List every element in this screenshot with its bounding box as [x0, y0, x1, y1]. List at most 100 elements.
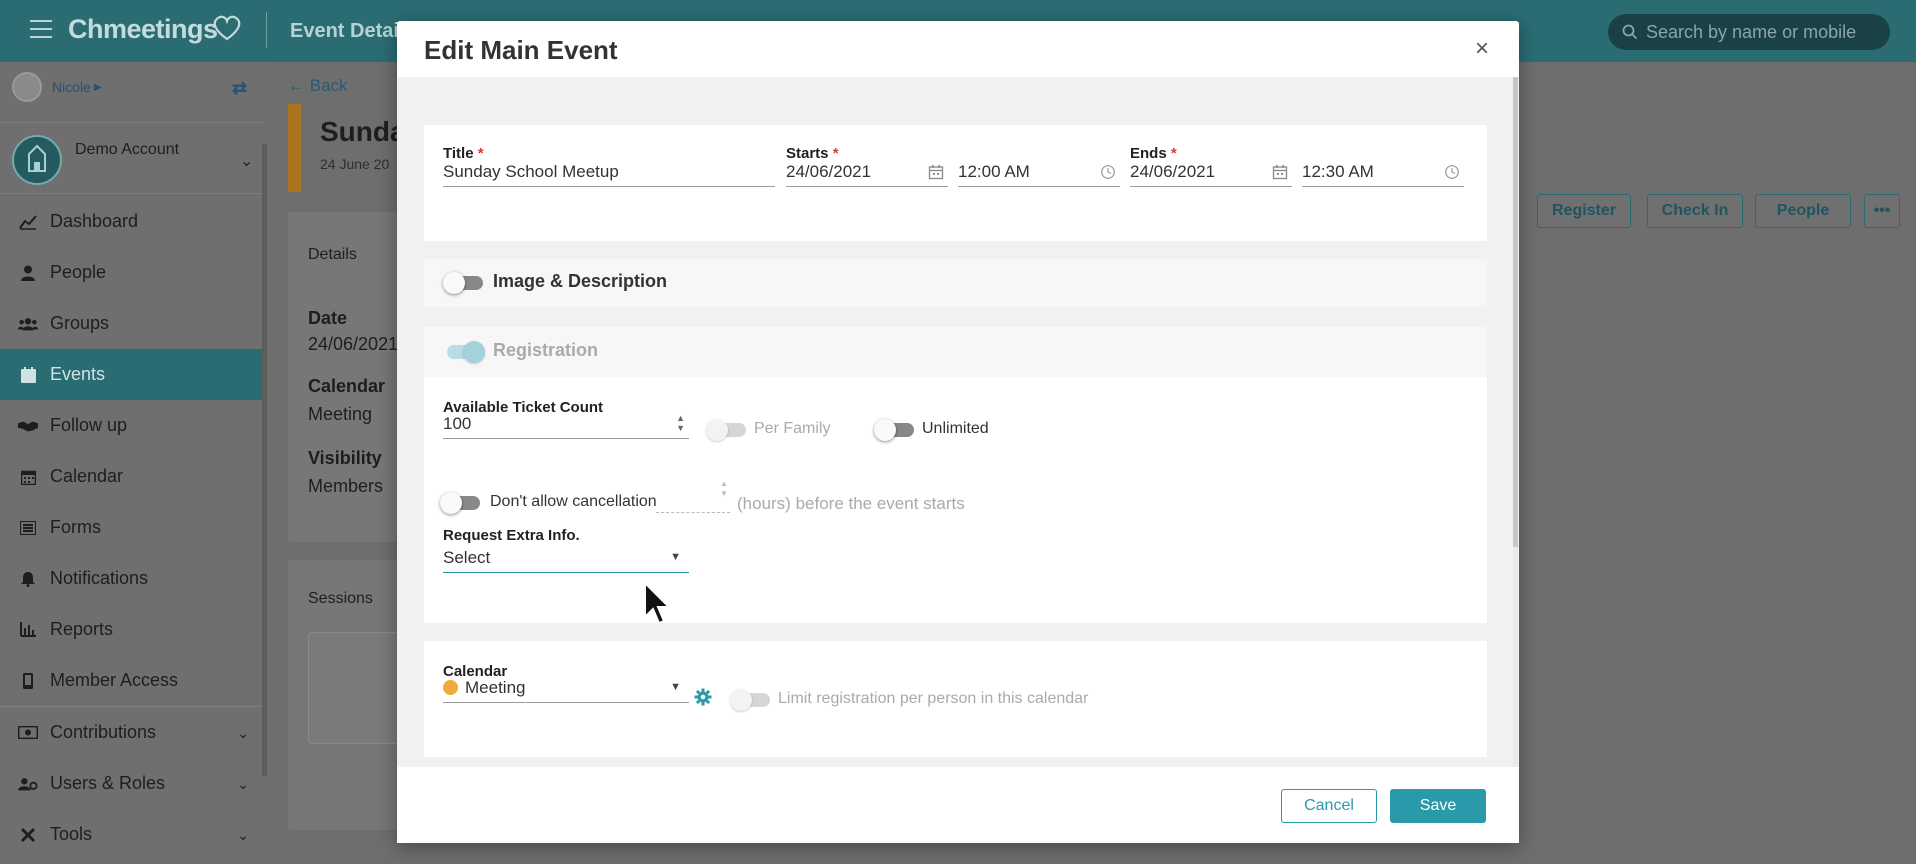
title-input[interactable]: Sunday School Meetup — [443, 157, 775, 187]
per-family-toggle[interactable] — [706, 419, 748, 441]
logo-heart-icon — [213, 15, 241, 41]
date-value: 24/06/2021 — [308, 334, 399, 354]
search-input[interactable]: Search by name or mobile — [1608, 14, 1890, 50]
check-in-button[interactable]: Check In — [1647, 194, 1743, 228]
cancellation-hours-input[interactable]: ▲ ▼ — [656, 477, 730, 513]
chevron-down-icon: ⌄ — [237, 827, 249, 843]
sidebar: Nicole ▶ ⇄ Demo Account ⌄ Dashboard Peop… — [0, 62, 267, 864]
sidebar-nav: Dashboard People Groups Events Follow up… — [0, 196, 265, 860]
sidebar-item-calendar[interactable]: Calendar — [0, 451, 265, 502]
sidebar-scrollbar[interactable] — [262, 144, 267, 776]
modal-scrollbar[interactable] — [1513, 77, 1518, 767]
extra-info-value: Select — [443, 547, 491, 567]
sidebar-item-label: Events — [50, 364, 106, 384]
extra-info-select[interactable]: Select ▼ — [443, 543, 689, 573]
modal-body: Title * Sunday School Meetup Starts * 24… — [397, 77, 1519, 767]
stepper-icon[interactable]: ▲ ▼ — [720, 479, 728, 499]
calendar-panel: Calendar Meeting ▼ Limit registration pe… — [424, 641, 1487, 757]
hours-before-text: (hours) before the event starts — [737, 494, 965, 513]
ticket-count-input[interactable]: 100 ▲ ▼ — [443, 409, 689, 439]
registration-toggle[interactable] — [443, 341, 485, 363]
user-name: Nicole — [52, 79, 91, 95]
start-time-input[interactable]: 12:00 AM — [958, 157, 1120, 187]
sidebar-item-label: Follow up — [50, 415, 128, 435]
sidebar-item-groups[interactable]: Groups — [0, 298, 265, 349]
extra-info-label: Request Extra Info. — [443, 527, 580, 544]
handshake-icon — [18, 416, 38, 436]
modal-title: Edit Main Event — [424, 35, 618, 65]
users-cog-icon — [18, 774, 38, 794]
user-menu[interactable]: Nicole ▶ — [12, 72, 102, 102]
sidebar-item-tools[interactable]: Tools ⌄ — [0, 809, 265, 860]
sidebar-item-label: Groups — [50, 313, 110, 333]
arrow-left-icon: ← — [288, 76, 310, 95]
back-link[interactable]: ← Back — [288, 76, 348, 96]
image-description-toggle[interactable] — [443, 272, 485, 294]
sidebar-item-label: Notifications — [50, 568, 149, 588]
start-time-value: 12:00 AM — [958, 161, 1030, 181]
back-label: Back — [309, 76, 348, 95]
sidebar-item-contributions[interactable]: Contributions ⌄ — [0, 707, 265, 758]
register-button[interactable]: Register — [1537, 194, 1631, 228]
sidebar-item-users-roles[interactable]: Users & Roles ⌄ — [0, 758, 265, 809]
account-switcher[interactable]: Demo Account ⌄ — [0, 122, 265, 194]
edit-event-modal: Edit Main Event × Title * Sunday School … — [397, 21, 1519, 843]
mobile-icon — [18, 671, 38, 691]
limit-registration-label: Limit registration per person in this ca… — [778, 690, 1089, 707]
calendar-icon[interactable] — [1272, 164, 1288, 180]
sidebar-item-notifications[interactable]: Notifications — [0, 553, 265, 604]
limit-registration-toggle[interactable] — [730, 689, 772, 711]
menu-icon[interactable] — [30, 20, 52, 38]
sidebar-item-people[interactable]: People — [0, 247, 265, 298]
sidebar-item-dashboard[interactable]: Dashboard — [0, 196, 265, 247]
event-basics-panel: Title * Sunday School Meetup Starts * 24… — [424, 125, 1487, 241]
end-time-input[interactable]: 12:30 AM — [1302, 157, 1464, 187]
clock-icon[interactable] — [1444, 164, 1460, 180]
mouse-cursor-icon — [644, 581, 672, 625]
unlimited-toggle[interactable] — [874, 419, 916, 441]
sidebar-item-label: Users & Roles — [50, 773, 166, 793]
sidebar-item-label: Forms — [50, 517, 101, 537]
gear-icon[interactable] — [694, 688, 712, 706]
calendar-grid-icon — [18, 467, 38, 487]
chevron-down-icon: ⌄ — [240, 153, 254, 170]
account-name: Demo Account — [75, 141, 180, 158]
clock-icon[interactable] — [1100, 164, 1116, 180]
sidebar-item-forms[interactable]: Forms — [0, 502, 265, 553]
cancellation-toggle[interactable] — [440, 492, 482, 514]
calendar-color-dot — [443, 680, 458, 695]
event-color-bar — [288, 104, 301, 192]
people-button[interactable]: People — [1755, 194, 1851, 228]
swap-icon[interactable]: ⇄ — [232, 78, 247, 99]
caret-right-icon: ▶ — [93, 81, 102, 93]
cancel-button[interactable]: Cancel — [1281, 789, 1377, 823]
event-name: Sunda — [320, 116, 406, 147]
ticket-count-value: 100 — [443, 413, 472, 433]
sidebar-item-member-access[interactable]: Member Access — [0, 655, 265, 706]
calendar-select[interactable]: Meeting ▼ — [443, 673, 689, 703]
sidebar-item-follow-up[interactable]: Follow up — [0, 400, 265, 451]
stepper-icon[interactable]: ▲ ▼ — [676, 413, 685, 433]
visibility-value: Members — [308, 476, 384, 496]
start-date-input[interactable]: 24/06/2021 — [786, 157, 948, 187]
chevron-down-icon: ⌄ — [237, 776, 249, 792]
end-date-value: 24/06/2021 — [1130, 161, 1216, 181]
registration-label: Registration — [493, 340, 599, 360]
list-icon — [18, 518, 38, 538]
app-logo[interactable]: Chmeetings — [68, 14, 218, 45]
calendar-icon[interactable] — [928, 164, 944, 180]
date-label: Date — [308, 308, 348, 328]
sidebar-item-events[interactable]: Events — [0, 349, 265, 400]
per-family-label: Per Family — [754, 420, 831, 437]
end-date-input[interactable]: 24/06/2021 — [1130, 157, 1292, 187]
bar-chart-icon — [18, 620, 38, 640]
details-card: Details Date 24/06/2021 Calendar Meeting… — [288, 212, 408, 542]
end-time-value: 12:30 AM — [1302, 161, 1374, 181]
close-icon[interactable]: × — [1475, 35, 1489, 63]
sidebar-item-label: Member Access — [50, 670, 179, 690]
more-options-button[interactable]: ••• — [1864, 194, 1900, 228]
save-button[interactable]: Save — [1390, 789, 1486, 823]
person-icon — [18, 263, 38, 283]
sidebar-item-reports[interactable]: Reports — [0, 604, 265, 655]
session-item[interactable] — [308, 632, 408, 744]
